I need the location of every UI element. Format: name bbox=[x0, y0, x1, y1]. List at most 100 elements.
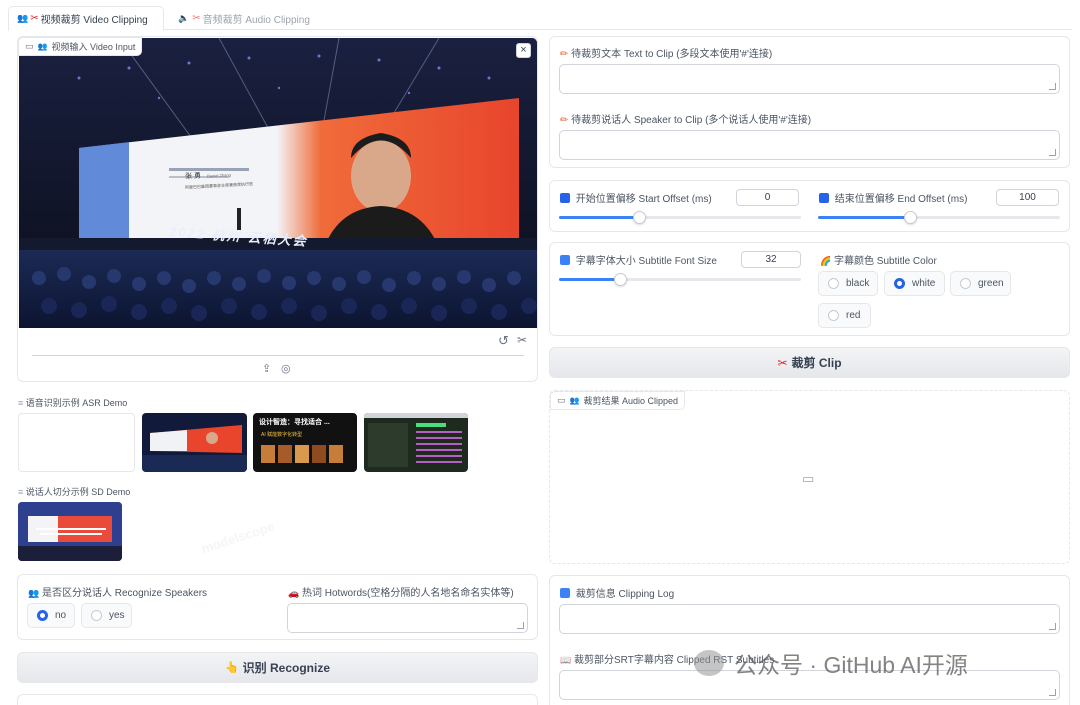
close-button[interactable]: × bbox=[516, 43, 531, 58]
asr-example-3-subtitle: AI 赋能数字化转型 bbox=[261, 432, 303, 438]
radio-color-black[interactable]: black bbox=[818, 271, 878, 296]
video-camera-icon: ▭ bbox=[557, 395, 566, 405]
lower-panel-edge bbox=[17, 694, 538, 705]
scissors-icon: ✂ bbox=[30, 13, 39, 24]
end-offset-slider[interactable] bbox=[818, 211, 1060, 224]
asr-example-3-image bbox=[261, 445, 343, 463]
asr-demo-label: ≡ 语音识别示例 ASR Demo bbox=[18, 398, 128, 408]
wechat-icon bbox=[694, 650, 724, 676]
radio-color-red[interactable]: red bbox=[818, 303, 871, 328]
people-icon: 👥 bbox=[37, 42, 48, 51]
sd-example-1-image bbox=[18, 502, 122, 561]
radio-dot bbox=[828, 278, 839, 289]
clip-output-panel: 裁剪信息 Clipping Log 📖 裁剪部分SRT字幕内容 Clipped … bbox=[549, 575, 1070, 705]
people-icon: 👥 bbox=[28, 588, 40, 598]
hand-icon: 👆 bbox=[224, 662, 239, 674]
clipping-log-label: 裁剪信息 Clipping Log bbox=[560, 585, 674, 600]
speaker-to-clip-input[interactable] bbox=[559, 130, 1060, 160]
book-icon: 📖 bbox=[560, 655, 572, 665]
video-input-panel: 张 勇 Daniel Zhang 阿里巴巴集团董事会主席兼首席执行官 2022 … bbox=[17, 36, 538, 382]
radio-dot bbox=[894, 278, 905, 289]
radio-dot bbox=[91, 610, 102, 621]
undo-icon: ↺ bbox=[498, 333, 509, 348]
radio-color-green[interactable]: green bbox=[950, 271, 1011, 296]
pencil-icon: ✏ bbox=[560, 115, 569, 126]
audio-clipped-label: ▭ 👥 裁剪结果 Audio Clipped bbox=[550, 391, 686, 410]
asr-example-3[interactable]: 设计智造：寻找适合 ... AI 赋能数字化转型 bbox=[253, 413, 357, 472]
end-offset-fill bbox=[818, 216, 910, 219]
asr-example-4-image bbox=[364, 413, 468, 467]
scissors-icon: ✂ bbox=[192, 12, 201, 24]
start-offset-handle[interactable] bbox=[632, 211, 646, 224]
tab-video-clipping[interactable]: 👥 ✂ 视频裁剪 Video Clipping bbox=[8, 6, 164, 31]
trim-button[interactable]: ✂ bbox=[517, 333, 527, 347]
undo-button[interactable]: ↺ bbox=[498, 333, 509, 349]
video-frame bbox=[19, 38, 537, 328]
scissors-icon: ✂ bbox=[777, 355, 788, 370]
font-size-icon bbox=[560, 255, 570, 265]
list-icon: ≡ bbox=[18, 487, 24, 497]
end-offset-handle[interactable] bbox=[903, 211, 917, 224]
video-input-label: ▭ 👥 视频输入 Video Input bbox=[18, 37, 143, 56]
upload-icon: ⇪ bbox=[262, 363, 272, 375]
asr-example-2-image bbox=[142, 425, 247, 472]
tab-label: 音频裁剪 Audio Clipping bbox=[202, 14, 310, 26]
end-offset-input[interactable]: 100 bbox=[996, 189, 1059, 206]
end-offset-label: 结束位置偏移 End Offset (ms) bbox=[819, 190, 967, 205]
video-progress-line[interactable] bbox=[32, 355, 524, 356]
start-offset-fill bbox=[559, 216, 639, 219]
clip-button[interactable]: ✂ 裁剪 Clip bbox=[549, 347, 1070, 378]
font-size-fill bbox=[559, 278, 620, 281]
sd-example-1[interactable] bbox=[18, 502, 122, 561]
info-icon bbox=[560, 588, 570, 598]
video-player[interactable]: 张 勇 Daniel Zhang 阿里巴巴集团董事会主席兼首席执行官 2022 … bbox=[19, 38, 537, 328]
tab-label: 视频裁剪 Video Clipping bbox=[40, 15, 148, 26]
fast-forward-icon bbox=[819, 193, 829, 203]
scissors-icon: ✂ bbox=[517, 333, 528, 347]
asr-example-3-title: 设计智造：寻找适合 ... bbox=[259, 419, 330, 426]
font-size-handle[interactable] bbox=[613, 273, 627, 286]
webcam-button[interactable]: ◎ bbox=[281, 362, 291, 375]
subtitle-color-label: 🌈 字幕颜色 Subtitle Color bbox=[820, 256, 937, 267]
speaker-to-clip-label: ✏ 待裁剪说话人 Speaker to Clip (多个说话人使用'#'连接) bbox=[560, 115, 812, 126]
asr-example-2[interactable] bbox=[142, 413, 247, 472]
pencil-icon: ✏ bbox=[560, 49, 569, 60]
upload-button[interactable]: ⇪ bbox=[262, 362, 271, 375]
radio-dot bbox=[828, 310, 839, 321]
radio-speakers-no[interactable]: no bbox=[27, 603, 75, 628]
tab-bar: 👥 ✂ 视频裁剪 Video Clipping 🔈 ✂ 音频裁剪 Audio C… bbox=[8, 6, 1072, 31]
font-size-input[interactable]: 32 bbox=[741, 251, 801, 268]
hotwords-input[interactable] bbox=[287, 603, 528, 633]
radio-dot bbox=[37, 610, 48, 621]
asr-example-4[interactable] bbox=[364, 413, 468, 472]
recognize-speakers-label: 👥 是否区分说话人 Recognize Speakers bbox=[28, 588, 208, 599]
rainbow-icon: 🌈 bbox=[820, 256, 832, 266]
radio-color-white[interactable]: white bbox=[884, 271, 945, 296]
video-camera-icon: ▭ bbox=[25, 41, 34, 51]
clipping-log-output[interactable] bbox=[559, 604, 1060, 634]
font-size-slider[interactable] bbox=[559, 273, 801, 286]
webcam-icon: ◎ bbox=[281, 363, 291, 375]
list-icon: ≡ bbox=[18, 398, 24, 408]
asr-example-1[interactable] bbox=[18, 413, 135, 472]
flag-icon: 🚗 bbox=[288, 588, 300, 598]
speaker-icon: 🔈 bbox=[178, 12, 190, 23]
people-icon: 👥 bbox=[569, 396, 580, 405]
start-offset-input[interactable]: 0 bbox=[736, 189, 799, 206]
recognize-button[interactable]: 👆 识别 Recognize bbox=[17, 652, 538, 683]
radio-speakers-yes[interactable]: yes bbox=[81, 603, 132, 628]
offset-panel: 开始位置偏移 Start Offset (ms) 0 结束位置偏移 End Of… bbox=[549, 180, 1070, 232]
wechat-watermark: 公众号 · GitHub AI开源 bbox=[694, 645, 968, 681]
video-placeholder-icon: ▭ bbox=[802, 471, 815, 486]
slide-speaker-name: 张 勇 bbox=[185, 172, 201, 181]
font-size-label: 字幕字体大小 Subtitle Font Size bbox=[560, 252, 717, 267]
start-offset-slider[interactable] bbox=[559, 211, 801, 224]
radio-dot bbox=[960, 278, 971, 289]
text-to-clip-label: ✏ 待裁剪文本 Text to Clip (多段文本使用'#'连接) bbox=[560, 49, 773, 60]
text-to-clip-input[interactable] bbox=[559, 64, 1060, 94]
tab-audio-clipping[interactable]: 🔈 ✂ 音频裁剪 Audio Clipping bbox=[178, 6, 310, 30]
rewind-icon bbox=[560, 193, 570, 203]
clip-text-panel: ✏ 待裁剪文本 Text to Clip (多段文本使用'#'连接) ✏ 待裁剪… bbox=[549, 36, 1070, 168]
sd-demo-label: ≡ 说话人切分示例 SD Demo bbox=[18, 487, 131, 497]
recognize-options-panel: 👥 是否区分说话人 Recognize Speakers no yes 🚗 热词… bbox=[17, 574, 538, 640]
